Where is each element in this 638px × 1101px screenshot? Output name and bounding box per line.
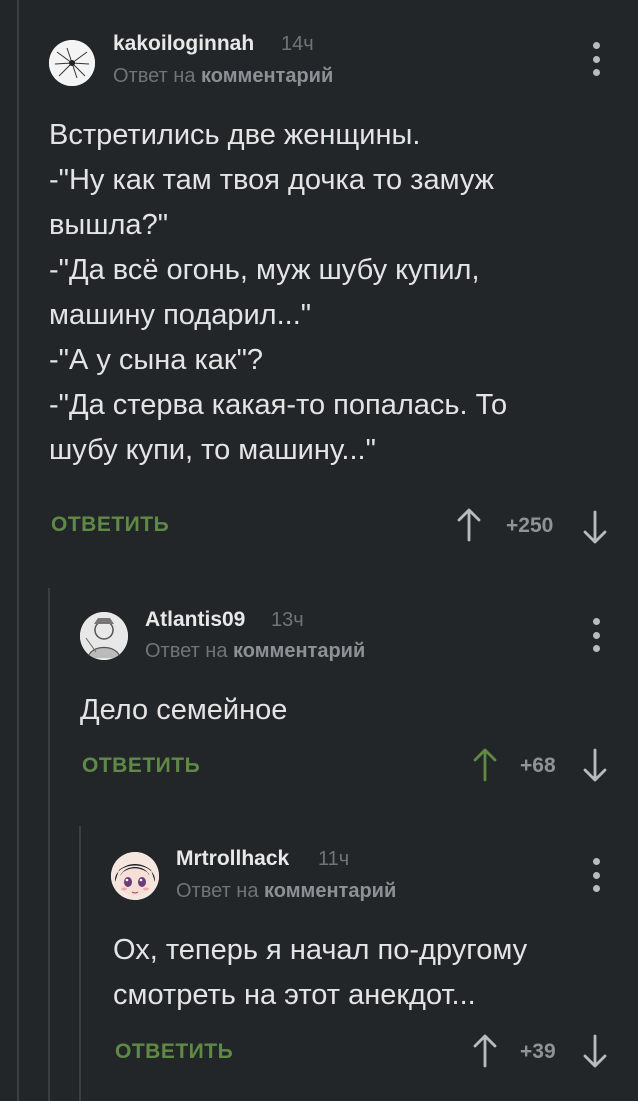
comment-line: смотреть на этот анекдот... xyxy=(113,979,476,1011)
comment-body: Дело семейное xyxy=(80,688,600,733)
comment-line: Ох, теперь я начал по-другому xyxy=(113,934,528,966)
reply-target-link[interactable]: комментарий xyxy=(233,640,365,662)
arrow-up-icon[interactable] xyxy=(472,748,498,782)
avatar-spider-image xyxy=(49,40,95,86)
comment-line: вышла?" xyxy=(49,209,168,241)
comment-line: машину подарил..." xyxy=(49,299,312,331)
avatar[interactable] xyxy=(111,852,159,900)
username[interactable]: kakoiloginnah xyxy=(113,32,254,56)
comment-line: Дело семейное xyxy=(80,694,288,726)
more-vertical-icon[interactable] xyxy=(590,858,602,892)
more-vertical-icon[interactable] xyxy=(590,618,602,652)
avatar[interactable] xyxy=(49,40,95,86)
avatar-anime-image xyxy=(111,852,159,900)
reply-to-line: Ответ на комментарий xyxy=(113,65,333,88)
reply-prefix: Ответ на xyxy=(145,640,228,662)
more-vertical-icon[interactable] xyxy=(590,42,602,76)
comment-body: Встретились две женщины. -"Ну как там тв… xyxy=(49,113,609,473)
score: +39 xyxy=(520,1040,556,1063)
reply-button[interactable]: ОТВЕТИТЬ xyxy=(115,1040,233,1064)
avatar-sketch-image xyxy=(80,612,128,660)
score: +68 xyxy=(520,754,556,777)
timestamp: 14ч xyxy=(281,33,314,55)
arrow-up-icon[interactable] xyxy=(472,1034,498,1068)
arrow-up-icon[interactable] xyxy=(456,508,482,542)
comment-line: шубу купи, то машину..." xyxy=(49,434,376,466)
arrow-down-icon[interactable] xyxy=(582,1034,608,1068)
reply-prefix: Ответ на xyxy=(176,880,259,902)
reply-target-link[interactable]: комментарий xyxy=(201,65,333,87)
thread-line-level-1 xyxy=(17,0,19,1101)
comment-line: -"Ну как там твоя дочка то замуж xyxy=(49,164,495,196)
timestamp: 11ч xyxy=(318,848,350,870)
reply-to-line: Ответ на комментарий xyxy=(145,640,365,663)
reply-target-link[interactable]: комментарий xyxy=(264,880,396,902)
comment-body: Ох, теперь я начал по-другому смотреть н… xyxy=(113,928,613,1018)
arrow-down-icon[interactable] xyxy=(582,510,608,544)
thread-line-level-3 xyxy=(79,826,81,1101)
comment-line: Встретились две женщины. xyxy=(49,119,421,151)
reply-to-line: Ответ на комментарий xyxy=(176,880,396,903)
comment-line: -"А у сына как"? xyxy=(49,344,264,376)
score: +250 xyxy=(506,514,554,537)
thread-line-level-2 xyxy=(48,588,50,1101)
comment-line: -"Да стерва какая-то попалась. То xyxy=(49,389,508,421)
reply-prefix: Ответ на xyxy=(113,65,196,87)
comment-line: -"Да всё огонь, муж шубу купил, xyxy=(49,254,480,286)
reply-button[interactable]: ОТВЕТИТЬ xyxy=(82,754,200,778)
username[interactable]: Mrtrollhack xyxy=(176,847,289,871)
arrow-down-icon[interactable] xyxy=(582,748,608,782)
timestamp: 13ч xyxy=(271,609,304,631)
username[interactable]: Atlantis09 xyxy=(145,608,245,632)
avatar[interactable] xyxy=(80,612,128,660)
reply-button[interactable]: ОТВЕТИТЬ xyxy=(51,513,169,537)
